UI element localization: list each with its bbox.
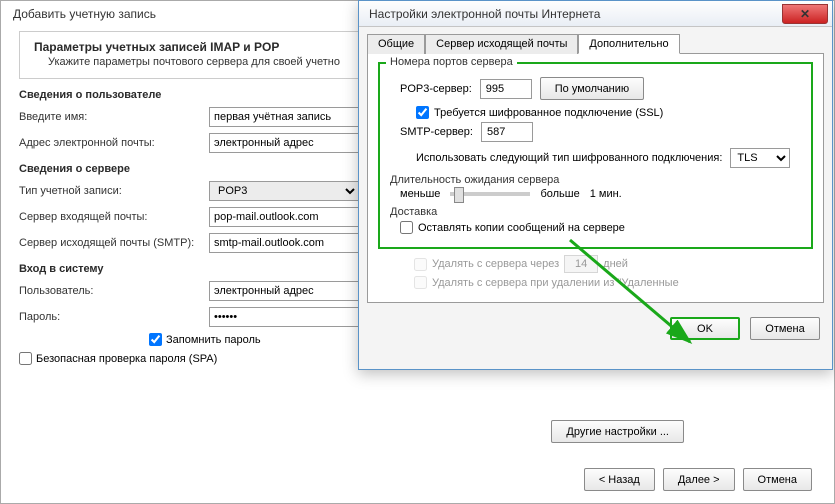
back-button[interactable]: < Назад: [584, 468, 655, 491]
timeout-more: больше: [540, 188, 579, 200]
defaults-button[interactable]: По умолчанию: [540, 77, 644, 100]
next-button[interactable]: Далее >: [663, 468, 735, 491]
username-input[interactable]: [209, 281, 359, 301]
leave-copies-checkbox[interactable]: [400, 221, 413, 234]
smtp-label: SMTP-сервер:: [400, 126, 473, 138]
dialog-title: Настройки электронной почты Интернета: [369, 7, 600, 21]
tab-general[interactable]: Общие: [367, 34, 425, 54]
encryption-label: Использовать следующий тип шифрованного …: [416, 152, 722, 164]
spa-checkbox[interactable]: [19, 352, 32, 365]
username-label: Пользователь:: [19, 285, 209, 297]
tab-strip: Общие Сервер исходящей почты Дополнитель…: [359, 27, 832, 53]
leave-copies-label: Оставлять копии сообщений на сервере: [418, 222, 625, 234]
ports-legend: Номера портов сервера: [386, 56, 517, 68]
cancel-button[interactable]: Отмена: [743, 468, 812, 491]
ports-fieldset: Номера портов сервера POP3-сервер: По ум…: [378, 62, 813, 249]
remove-deleted-label: Удалять с сервера при удалении из "Удале…: [432, 277, 679, 289]
other-settings-button[interactable]: Другие настройки ...: [551, 420, 684, 443]
password-label: Пароль:: [19, 311, 209, 323]
incoming-label: Сервер входящей почты:: [19, 211, 209, 223]
tab-outgoing[interactable]: Сервер исходящей почты: [425, 34, 578, 54]
remove-after-checkbox: [414, 258, 427, 271]
email-label: Адрес электронной почты:: [19, 137, 209, 149]
delivery-label: Доставка: [390, 206, 801, 218]
timeout-value: 1 мин.: [590, 188, 622, 200]
pop3-port-input[interactable]: [480, 79, 532, 99]
remove-deleted-checkbox: [414, 276, 427, 289]
email-input[interactable]: [209, 133, 359, 153]
pop3-label: POP3-сервер:: [400, 83, 472, 95]
smtp-port-input[interactable]: [481, 122, 533, 142]
timeout-less: меньше: [400, 188, 440, 200]
outgoing-input[interactable]: [209, 233, 359, 253]
dialog-cancel-button[interactable]: Отмена: [750, 317, 820, 340]
name-label: Введите имя:: [19, 111, 209, 123]
close-button[interactable]: ✕: [782, 4, 828, 24]
email-settings-dialog: Настройки электронной почты Интернета ✕ …: [358, 0, 833, 370]
account-type-label: Тип учетной записи:: [19, 185, 209, 197]
ok-button[interactable]: OK: [670, 317, 740, 340]
ssl-label: Требуется шифрованное подключение (SSL): [434, 107, 663, 119]
timeout-label: Длительность ожидания сервера: [390, 174, 801, 186]
remember-password-checkbox[interactable]: [149, 333, 162, 346]
close-icon: ✕: [800, 7, 810, 21]
remove-after-days-input: [564, 255, 598, 273]
remember-password-label: Запомнить пароль: [166, 334, 261, 346]
spa-label: Безопасная проверка пароля (SPA): [36, 353, 217, 365]
outgoing-label: Сервер исходящей почты (SMTP):: [19, 237, 209, 249]
advanced-panel: Номера портов сервера POP3-сервер: По ум…: [367, 53, 824, 303]
tab-advanced[interactable]: Дополнительно: [578, 34, 679, 54]
name-input[interactable]: [209, 107, 359, 127]
days-suffix: дней: [603, 258, 628, 270]
dialog-titlebar: Настройки электронной почты Интернета ✕: [359, 1, 832, 27]
encryption-select[interactable]: TLS: [730, 148, 790, 168]
account-type-select[interactable]: POP3: [209, 181, 359, 201]
ssl-checkbox[interactable]: [416, 106, 429, 119]
incoming-input[interactable]: [209, 207, 359, 227]
timeout-slider[interactable]: [450, 192, 530, 196]
password-input[interactable]: [209, 307, 359, 327]
remove-after-label: Удалять с сервера через: [432, 258, 559, 270]
